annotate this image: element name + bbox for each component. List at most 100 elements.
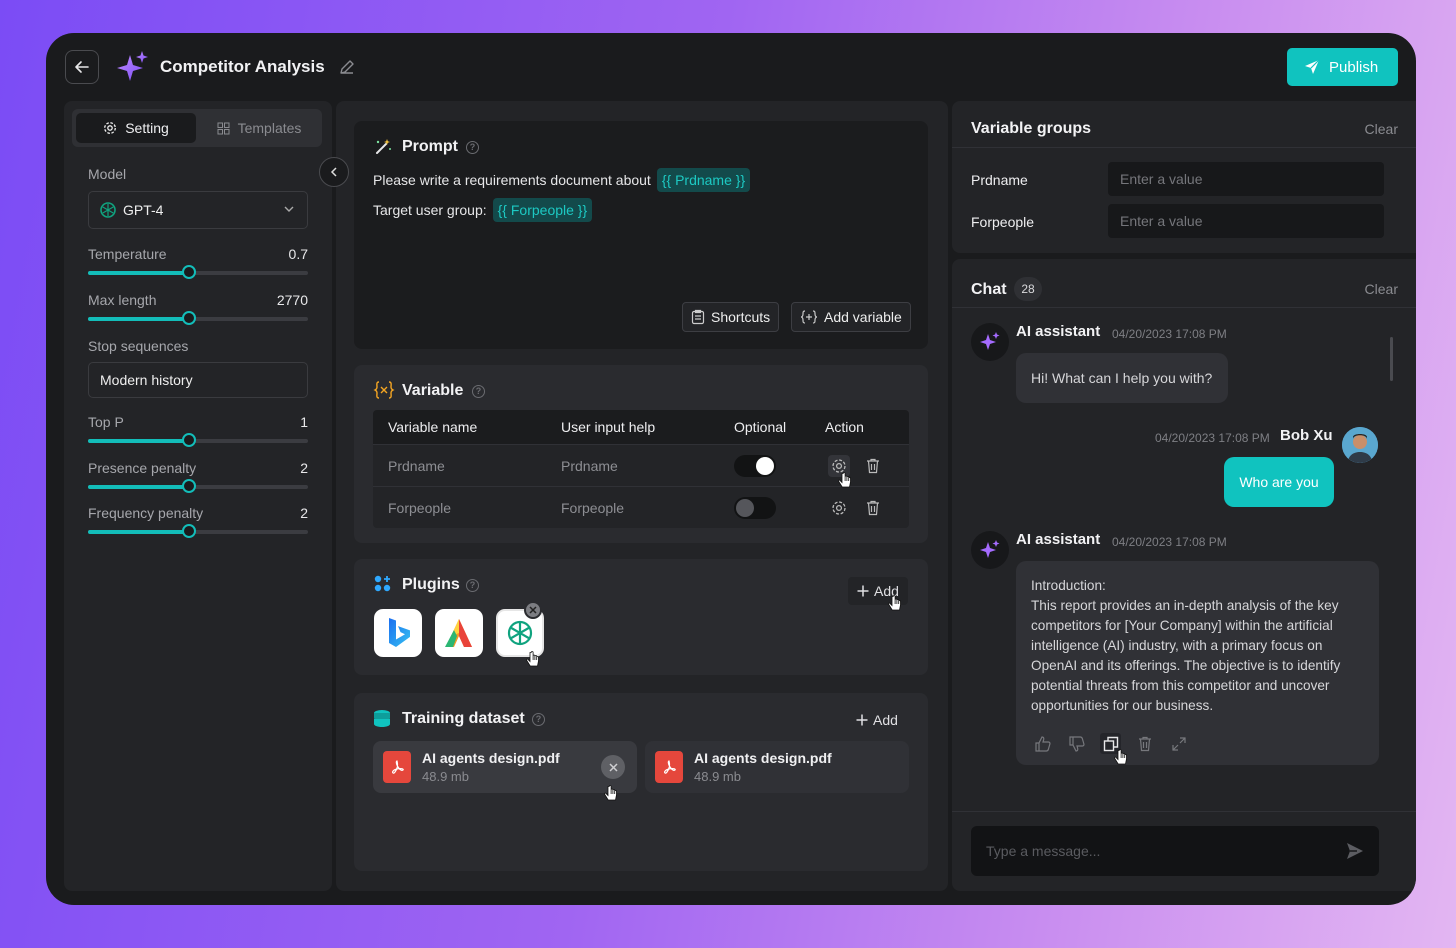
trash-icon[interactable] <box>862 455 884 477</box>
hand-cursor-icon <box>838 472 851 488</box>
column-header: User input help <box>561 419 656 435</box>
stop-sequences-label: Stop sequences <box>88 338 189 354</box>
clipboard-icon <box>691 309 705 325</box>
tab-templates[interactable]: Templates <box>204 113 314 143</box>
model-select[interactable]: GPT-4 <box>88 191 308 229</box>
message-actions <box>1032 733 1189 754</box>
slider-knob[interactable] <box>182 479 197 493</box>
tab-templates-label: Templates <box>237 120 302 136</box>
help-icon[interactable]: ? <box>472 385 485 398</box>
dataset-file[interactable]: AI agents design.pdf 48.9 mb <box>645 741 909 793</box>
prompt-line-2[interactable]: Target user group: {{ Forpeople }} <box>373 198 593 222</box>
input-help-cell: Prdname <box>561 457 618 474</box>
table-header: Variable name User input help Optional A… <box>373 410 909 444</box>
thumbs-down-icon[interactable] <box>1066 733 1087 754</box>
presence-penalty-value: 2 <box>300 460 308 476</box>
divider <box>952 811 1416 812</box>
model-label: Model <box>88 166 127 182</box>
prompt-title: Prompt <box>402 138 458 155</box>
plugins-title: Plugins <box>402 576 460 593</box>
shortcuts-label: Shortcuts <box>711 309 771 325</box>
plugin-bing[interactable] <box>374 609 422 657</box>
add-variable-button[interactable]: Add variable <box>791 302 911 332</box>
tab-setting[interactable]: Setting <box>76 113 196 143</box>
dataset-file[interactable]: AI agents design.pdf 48.9 mb <box>373 741 637 793</box>
clear-variables-button[interactable]: Clear <box>1365 121 1398 137</box>
top-p-value: 1 <box>300 414 308 430</box>
collapse-panel-button[interactable] <box>319 157 349 187</box>
variable-title: Variable <box>402 382 464 399</box>
publish-button[interactable]: Publish <box>1287 48 1398 86</box>
magic-wand-icon <box>376 139 391 154</box>
thumbs-up-icon[interactable] <box>1032 733 1053 754</box>
model-value: GPT-4 <box>123 202 164 218</box>
variable-chip[interactable]: {{ Forpeople }} <box>492 198 593 222</box>
plugin-arc[interactable] <box>435 609 483 657</box>
add-dataset-label: Add <box>873 712 898 728</box>
slider-knob[interactable] <box>182 311 197 325</box>
hand-cursor-icon <box>888 595 901 611</box>
frequency-penalty-value: 2 <box>300 505 308 521</box>
hand-cursor-icon <box>526 651 539 667</box>
database-icon <box>374 710 390 727</box>
help-icon[interactable]: ? <box>466 141 479 154</box>
frequency-penalty-slider[interactable] <box>88 524 308 538</box>
slider-knob[interactable] <box>182 524 197 538</box>
variable-table: Variable name User input help Optional A… <box>373 410 909 528</box>
presence-penalty-slider[interactable] <box>88 479 308 493</box>
variable-card: Variable ? Variable name User input help… <box>354 365 928 543</box>
column-header: Variable name <box>388 419 478 435</box>
add-dataset-button[interactable]: Add <box>856 712 898 728</box>
variable-name-cell: Prdname <box>388 457 445 474</box>
pdf-file-icon <box>655 751 683 783</box>
settings-gear-icon[interactable] <box>828 497 850 519</box>
openai-icon <box>100 202 116 218</box>
help-icon[interactable]: ? <box>466 579 479 592</box>
toggle-knob <box>736 498 754 517</box>
table-row: Forpeople Forpeople <box>373 486 909 528</box>
send-plane-icon <box>1305 59 1320 74</box>
file-size: 48.9 mb <box>694 769 741 784</box>
column-header: Optional <box>734 419 787 435</box>
trash-icon[interactable] <box>1134 733 1155 754</box>
user-message-bubble: Who are you <box>1224 457 1334 507</box>
clear-chat-button[interactable]: Clear <box>1365 281 1398 297</box>
prompt-text: Target user group: <box>373 202 487 218</box>
trash-icon[interactable] <box>862 497 884 519</box>
stop-sequences-input[interactable]: Modern history <box>88 362 308 398</box>
table-row: Prdname Prdname <box>373 444 909 486</box>
sparkle-logo-icon <box>117 51 148 81</box>
close-icon <box>608 762 618 772</box>
optional-toggle[interactable] <box>734 454 776 477</box>
shortcuts-button[interactable]: Shortcuts <box>682 302 780 332</box>
send-icon[interactable] <box>1345 841 1365 861</box>
presence-penalty-label: Presence penalty <box>88 460 197 476</box>
help-icon[interactable]: ? <box>532 713 545 726</box>
slider-fill <box>88 530 190 534</box>
temperature-slider[interactable] <box>88 265 308 279</box>
forpeople-value-input[interactable]: Enter a value <box>1108 204 1384 238</box>
optional-toggle[interactable] <box>734 496 776 519</box>
message-input[interactable]: Type a message... <box>971 826 1379 876</box>
message-sender: Bob Xu <box>1280 427 1333 444</box>
prompt-line-1[interactable]: Please write a requirements document abo… <box>373 168 751 192</box>
temperature-value: 0.7 <box>288 246 308 262</box>
max-length-slider[interactable] <box>88 311 308 325</box>
message-time: 04/20/2023 17:08 PM <box>1112 535 1227 549</box>
prompt-text: Please write a requirements document abo… <box>373 172 651 188</box>
prdname-value-input[interactable]: Enter a value <box>1108 162 1384 196</box>
chat-scrollbar[interactable] <box>1390 337 1393 381</box>
slider-knob[interactable] <box>182 433 197 447</box>
top-p-slider[interactable] <box>88 433 308 447</box>
edit-pencil-icon[interactable] <box>338 58 356 76</box>
remove-plugin-button[interactable] <box>524 601 542 619</box>
slider-fill <box>88 317 190 321</box>
remove-file-button[interactable] <box>601 755 625 779</box>
slider-knob[interactable] <box>182 265 197 279</box>
plugins-grid-icon <box>374 575 391 592</box>
file-name: AI agents design.pdf <box>422 750 560 766</box>
back-button[interactable] <box>65 50 99 84</box>
slider-fill <box>88 271 190 275</box>
variable-chip[interactable]: {{ Prdname }} <box>656 168 751 192</box>
expand-icon[interactable] <box>1168 733 1189 754</box>
